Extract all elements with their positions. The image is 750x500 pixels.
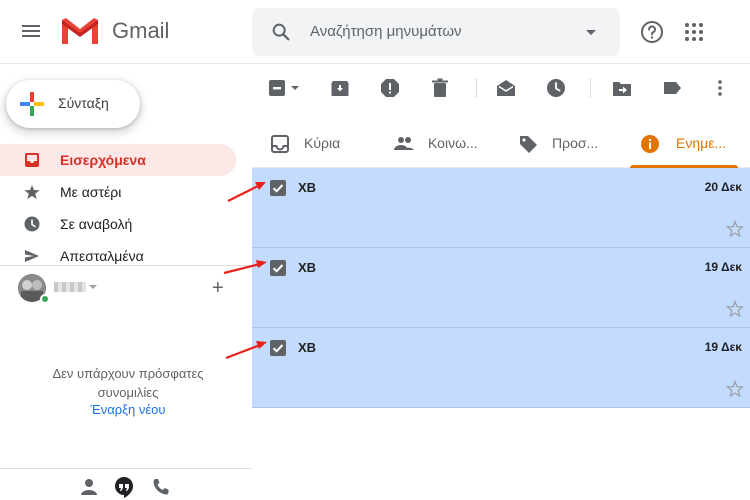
email-date: 20 Δεκ xyxy=(704,180,742,194)
main-menu-icon[interactable] xyxy=(20,22,42,42)
app-name: Gmail xyxy=(112,18,170,43)
delete-icon[interactable] xyxy=(430,78,450,98)
category-tabs: Κύρια Κοινω... Προσ... Ενημε... xyxy=(252,120,750,168)
sidebar-item-label: Εισερχόμενα xyxy=(60,152,146,168)
search-icon[interactable] xyxy=(270,21,292,43)
toolbar-divider xyxy=(476,78,477,98)
toolbar xyxy=(252,64,750,112)
email-date: 19 Δεκ xyxy=(704,340,742,354)
search-input[interactable]: Αναζήτηση μηνυμάτων xyxy=(310,23,462,40)
star-icon xyxy=(24,185,40,199)
gmail-m-icon xyxy=(62,18,98,44)
mark-as-read-icon[interactable] xyxy=(496,78,516,98)
sidebar-bottom-divider xyxy=(0,468,252,469)
tab-label: Κύρια xyxy=(304,135,341,151)
chevron-down-icon[interactable] xyxy=(89,285,97,289)
info-icon xyxy=(641,135,659,153)
main-panel: Κύρια Κοινω... Προσ... Ενημε... XB 20 Δε… xyxy=(252,64,750,500)
checkbox-checked-icon[interactable] xyxy=(270,340,286,356)
header: Gmail Αναζήτηση μηνυμάτων xyxy=(0,0,750,64)
tab-updates[interactable]: Ενημε... xyxy=(624,120,750,168)
snooze-icon[interactable] xyxy=(546,78,566,98)
no-chats-line1: Δεν υπάρχουν πρόσφατες xyxy=(52,366,204,381)
gmail-app: Gmail Αναζήτηση μηνυμάτων Σύνταξη Εισερχ… xyxy=(0,0,750,500)
label-icon[interactable] xyxy=(662,78,682,98)
email-sender: XB xyxy=(298,260,317,275)
online-status-icon xyxy=(40,294,50,304)
apps-grid-icon[interactable] xyxy=(684,22,704,42)
tab-label: Κοινω... xyxy=(428,135,478,151)
add-chat-icon[interactable]: + xyxy=(212,278,224,298)
contacts-icon[interactable] xyxy=(78,476,100,498)
hangouts-user-name[interactable] xyxy=(54,282,86,292)
phone-icon[interactable] xyxy=(150,476,172,498)
star-outline-icon[interactable] xyxy=(726,220,744,238)
inbox-tab-icon xyxy=(271,135,289,153)
compose-button[interactable]: Σύνταξη xyxy=(6,80,140,128)
sidebar-item-label: Απεσταλμένα xyxy=(60,248,144,264)
email-sender: XB xyxy=(298,340,317,355)
start-new-chat-link[interactable]: Έναρξη νέου xyxy=(0,402,256,417)
gmail-logo[interactable]: Gmail xyxy=(60,16,169,46)
compose-label: Σύνταξη xyxy=(58,95,109,111)
sidebar-item-label: Με αστέρι xyxy=(60,184,122,200)
help-icon[interactable] xyxy=(640,20,664,44)
star-outline-icon[interactable] xyxy=(726,300,744,318)
email-row[interactable]: XB 19 Δεκ xyxy=(252,328,750,408)
annotation-arrow-icon xyxy=(223,260,267,275)
archive-icon[interactable] xyxy=(330,78,350,98)
email-date: 19 Δεκ xyxy=(704,260,742,274)
move-to-icon[interactable] xyxy=(612,78,632,98)
annotation-arrow-icon xyxy=(227,182,266,202)
checkbox-checked-icon[interactable] xyxy=(270,260,286,276)
email-row[interactable]: XB 19 Δεκ xyxy=(252,248,750,328)
tab-promotions[interactable]: Προσ... xyxy=(500,120,624,168)
annotation-arrow-icon xyxy=(225,341,267,360)
send-icon xyxy=(25,250,39,262)
compose-plus-icon xyxy=(20,92,44,116)
search-options-icon[interactable] xyxy=(586,30,596,35)
sidebar-item-sent[interactable]: Απεσταλμένα xyxy=(0,240,236,272)
star-outline-icon[interactable] xyxy=(726,380,744,398)
sidebar-item-inbox[interactable]: Εισερχόμενα xyxy=(0,144,236,176)
no-recent-chats-text: Δεν υπάρχουν πρόσφατες συνομιλίες xyxy=(0,364,256,402)
tab-primary[interactable]: Κύρια xyxy=(252,120,376,168)
sidebar-item-snoozed[interactable]: Σε αναβολή xyxy=(0,208,236,240)
people-icon xyxy=(394,137,414,150)
tab-label: Προσ... xyxy=(552,135,599,151)
checkbox-checked-icon[interactable] xyxy=(270,180,286,196)
more-options-icon[interactable] xyxy=(710,78,730,98)
email-row[interactable]: XB 20 Δεκ xyxy=(252,168,750,248)
sidebar-item-label: Σε αναβολή xyxy=(60,216,133,232)
inbox-icon xyxy=(25,153,39,167)
clock-icon xyxy=(24,216,40,232)
no-chats-line2: συνομιλίες xyxy=(97,385,159,400)
tab-social[interactable]: Κοινω... xyxy=(376,120,500,168)
toolbar-divider xyxy=(590,78,591,98)
sidebar-divider xyxy=(0,265,252,266)
email-list: XB 20 Δεκ XB 19 Δεκ XB 19 Δεκ xyxy=(252,168,750,408)
sidebar: Σύνταξη Εισερχόμενα Με αστέρι Σε αναβολή… xyxy=(0,64,252,500)
sidebar-item-starred[interactable]: Με αστέρι xyxy=(0,176,236,208)
select-all-checkbox-icon[interactable] xyxy=(268,78,300,98)
email-sender: XB xyxy=(298,180,317,195)
search-bar[interactable]: Αναζήτηση μηνυμάτων xyxy=(252,8,620,56)
report-spam-icon[interactable] xyxy=(380,78,400,98)
tag-icon xyxy=(520,136,537,153)
hangouts-chat-icon[interactable] xyxy=(113,476,135,498)
tab-label: Ενημε... xyxy=(676,135,727,151)
